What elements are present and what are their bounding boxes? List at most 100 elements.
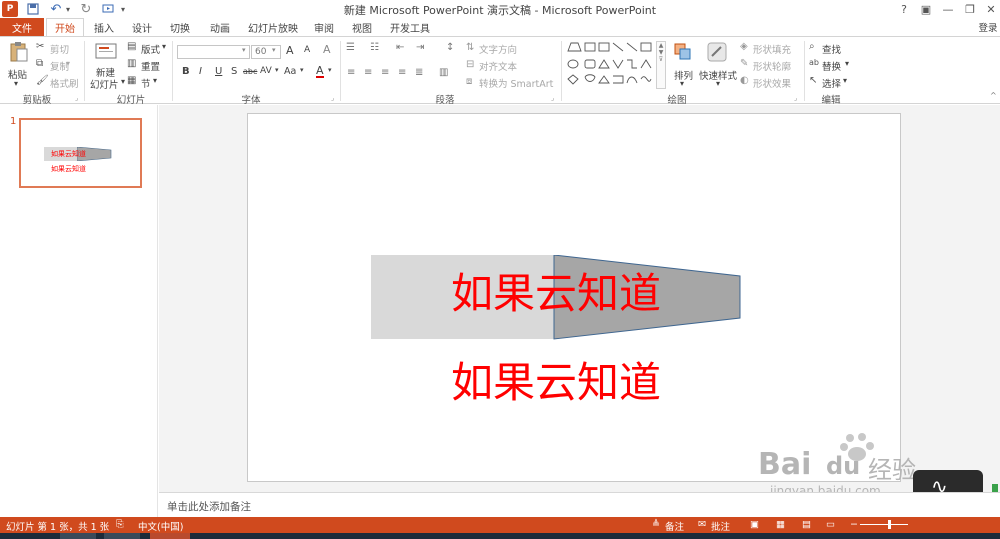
collapse-ribbon-icon[interactable]: ^ <box>990 91 997 100</box>
tab-transitions[interactable]: 切换 <box>162 18 198 36</box>
line-spacing-icon[interactable]: ↕ <box>446 42 454 53</box>
quick-styles-dropdown-icon[interactable]: ▾ <box>716 79 720 88</box>
close-icon[interactable]: ✕ <box>980 0 1000 18</box>
font-launcher-icon[interactable]: ⌟ <box>331 94 334 102</box>
gallery-more-icon[interactable]: ⊽ <box>657 56 665 63</box>
notes-pane[interactable]: 单击此处添加备注 <box>159 492 1000 517</box>
columns-icon[interactable]: ▥ <box>439 67 448 78</box>
underline-button[interactable]: U <box>215 66 222 77</box>
section-dropdown-icon[interactable]: ▾ <box>153 76 157 85</box>
font-color-button[interactable]: A <box>316 65 324 78</box>
paragraph-launcher-icon[interactable]: ⌟ <box>551 94 554 102</box>
tab-developer[interactable]: 开发工具 <box>384 18 436 36</box>
numbering-icon[interactable]: ☷ <box>370 42 379 53</box>
convert-smartart-button[interactable]: 转换为 SmartArt <box>479 76 553 90</box>
slide-sorter-icon[interactable]: ▦ <box>776 519 785 530</box>
font-color-dropdown-icon[interactable]: ▾ <box>328 66 332 74</box>
reading-view-icon[interactable]: ▤ <box>802 519 811 530</box>
spell-check-icon[interactable]: ⎘ <box>116 519 124 530</box>
tab-design[interactable]: 设计 <box>124 18 160 36</box>
minimize-icon[interactable]: — <box>937 0 959 18</box>
format-painter-button[interactable]: 格式刷 <box>50 76 79 90</box>
cut-button[interactable]: 剪切 <box>50 42 69 56</box>
clipboard-launcher-icon[interactable]: ⌟ <box>75 94 78 102</box>
help-icon[interactable]: ? <box>893 0 915 18</box>
case-dropdown-icon[interactable]: ▾ <box>300 66 304 74</box>
align-center-icon[interactable]: ≡ <box>364 67 372 78</box>
ribbon-display-icon[interactable]: ▣ <box>915 0 937 18</box>
notes-toggle-button[interactable]: 备注 <box>665 519 684 533</box>
shapes-gallery[interactable] <box>566 41 666 89</box>
align-text-button[interactable]: 对齐文本 <box>479 59 517 73</box>
clear-formatting-icon[interactable]: A <box>323 43 331 56</box>
paste-dropdown-icon[interactable]: ▾ <box>14 79 18 88</box>
login-link[interactable]: 登录 <box>976 18 1000 36</box>
tab-animations[interactable]: 动画 <box>200 18 240 36</box>
slide-text-1[interactable]: 如果云知道 <box>451 268 661 320</box>
increase-indent-icon[interactable]: ⇥ <box>416 42 424 53</box>
shrink-font-icon[interactable]: A <box>304 45 310 55</box>
shape-outline-button[interactable]: 形状轮廓 <box>753 59 791 73</box>
section-button[interactable]: 节 <box>141 76 151 90</box>
select-dropdown-icon[interactable]: ▾ <box>843 76 847 85</box>
font-name-combo[interactable] <box>177 45 250 59</box>
justify-icon[interactable]: ≡ <box>398 67 406 78</box>
taskbar-item[interactable] <box>104 533 140 539</box>
font-size-combo[interactable]: 60 <box>251 45 281 59</box>
drawing-launcher-icon[interactable]: ⌟ <box>794 94 797 102</box>
shapes-gallery-scroll[interactable]: ▲ ▼ ⊽ <box>656 41 666 89</box>
tab-review[interactable]: 审阅 <box>306 18 342 36</box>
zoom-slider-thumb[interactable] <box>888 520 891 529</box>
comments-toggle-button[interactable]: 批注 <box>711 519 730 533</box>
change-case-button[interactable]: Aa <box>284 66 296 77</box>
copy-dropdown-icon[interactable]: ▾ <box>66 59 70 68</box>
font-size-dropdown-icon[interactable]: ▾ <box>272 46 276 54</box>
reset-button[interactable]: 重置 <box>141 59 160 73</box>
layout-dropdown-icon[interactable]: ▾ <box>162 42 166 51</box>
align-right-icon[interactable]: ≡ <box>381 67 389 78</box>
align-left-icon[interactable]: ≡ <box>347 67 355 78</box>
grow-font-icon[interactable]: A <box>286 44 294 57</box>
replace-dropdown-icon[interactable]: ▾ <box>845 59 849 68</box>
tab-view[interactable]: 视图 <box>344 18 380 36</box>
bullets-icon[interactable]: ☰ <box>346 42 355 53</box>
italic-button[interactable]: I <box>199 66 202 77</box>
text-direction-button[interactable]: 文字方向 <box>479 42 517 56</box>
slide-thumbnail[interactable]: 如果云知道 如果云知道 <box>19 118 142 188</box>
normal-view-icon[interactable]: ▣ <box>750 519 759 530</box>
spacing-dropdown-icon[interactable]: ▾ <box>275 66 279 74</box>
language-status[interactable]: 中文(中国) <box>138 519 183 533</box>
select-button[interactable]: 选择 <box>822 76 841 90</box>
replace-button[interactable]: 替换 <box>822 59 841 73</box>
font-name-dropdown-icon[interactable]: ▾ <box>242 46 246 54</box>
taskbar-item[interactable] <box>60 533 96 539</box>
tab-insert[interactable]: 插入 <box>86 18 122 36</box>
zoom-out-icon[interactable]: − <box>850 519 858 530</box>
new-slide-label-2[interactable]: 幻灯片 <box>90 77 119 91</box>
character-spacing-button[interactable]: AV <box>260 66 272 76</box>
arrange-dropdown-icon[interactable]: ▾ <box>680 79 684 88</box>
layout-button[interactable]: 版式 <box>141 42 160 56</box>
zoom-slider[interactable] <box>860 524 908 525</box>
strikethrough-button[interactable]: abc <box>243 67 257 76</box>
tab-file[interactable]: 文件 <box>0 18 44 36</box>
find-button[interactable]: 查找 <box>822 42 841 56</box>
taskbar-item-powerpoint[interactable] <box>150 533 190 539</box>
notes-placeholder[interactable]: 单击此处添加备注 <box>167 499 251 514</box>
bold-button[interactable]: B <box>182 66 190 77</box>
paste-icon[interactable] <box>8 41 30 65</box>
shape-fill-button[interactable]: 形状填充 <box>753 42 791 56</box>
tab-slideshow[interactable]: 幻灯片放映 <box>244 18 302 36</box>
slide-text-2[interactable]: 如果云知道 <box>451 357 661 409</box>
shadow-button[interactable]: S <box>231 66 237 77</box>
gallery-down-icon[interactable]: ▼ <box>657 49 665 56</box>
tab-home[interactable]: 开始 <box>46 18 84 36</box>
decrease-indent-icon[interactable]: ⇤ <box>396 42 404 53</box>
distributed-icon[interactable]: ≣ <box>415 67 423 78</box>
slideshow-view-icon[interactable]: ▭ <box>826 519 835 530</box>
gallery-up-icon[interactable]: ▲ <box>657 42 665 49</box>
restore-icon[interactable]: ❐ <box>959 0 981 18</box>
new-slide-icon[interactable] <box>94 43 118 59</box>
quick-styles-icon[interactable] <box>706 41 728 63</box>
shape-effects-button[interactable]: 形状效果 <box>753 76 791 90</box>
